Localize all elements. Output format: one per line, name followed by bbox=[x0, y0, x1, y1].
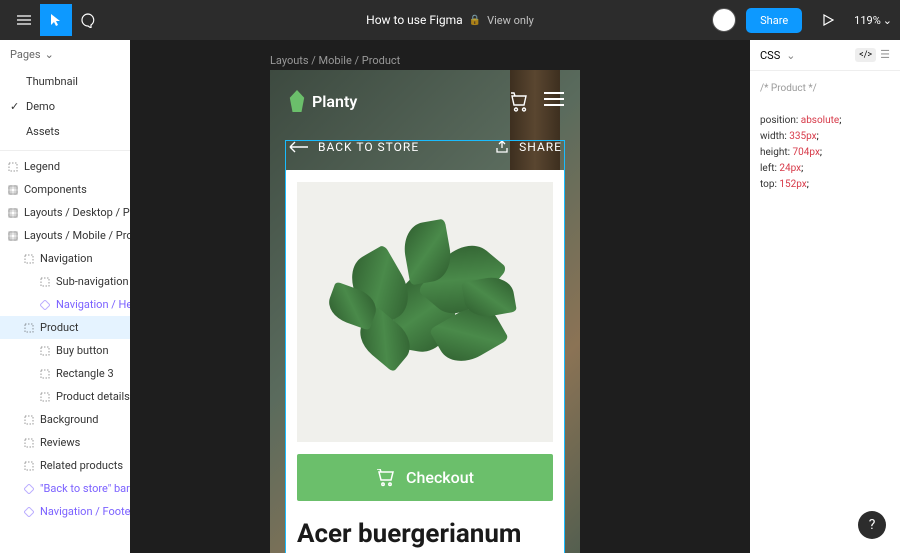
share-label: SHARE bbox=[519, 140, 562, 154]
layer-sub-navigation[interactable]: Sub-navigation bbox=[0, 270, 130, 293]
layer-navigation-footer-[interactable]: Navigation / Footer / ... bbox=[0, 500, 130, 523]
plant-illustration bbox=[335, 212, 515, 412]
layer-layouts-mobile-product[interactable]: Layouts / Mobile / Product bbox=[0, 224, 130, 247]
layer-navigation[interactable]: Navigation bbox=[0, 247, 130, 270]
file-title: How to use Figma 🔒 View only bbox=[366, 13, 534, 27]
help-button[interactable]: ? bbox=[858, 511, 886, 539]
arrow-left-icon bbox=[288, 141, 308, 153]
topbar-right: Share 119% ⌄ bbox=[712, 4, 892, 36]
chevron-down-icon: ⌄ bbox=[883, 14, 892, 27]
comment-tool-icon[interactable] bbox=[72, 4, 104, 36]
css-prop-height: height: 704px; bbox=[760, 145, 890, 161]
layer-navigation-head-[interactable]: Navigation / Head... bbox=[0, 293, 130, 316]
pages-panel: Pages ⌄ Thumbnail Demo Assets LegendComp… bbox=[0, 40, 130, 553]
layer-rectangle-3[interactable]: Rectangle 3 bbox=[0, 362, 130, 385]
layer-product[interactable]: Product bbox=[0, 316, 130, 339]
layer-background[interactable]: Background bbox=[0, 408, 130, 431]
pages-header[interactable]: Pages ⌄ bbox=[0, 40, 130, 69]
topbar-left bbox=[8, 4, 104, 36]
layer-buy-button[interactable]: Buy button bbox=[0, 339, 130, 362]
back-label: BACK TO STORE bbox=[318, 140, 419, 154]
page-demo[interactable]: Demo bbox=[0, 94, 130, 119]
css-prop-position: position: absolute; bbox=[760, 113, 890, 129]
title-text: How to use Figma bbox=[366, 13, 463, 27]
layer--back-to-store-bar[interactable]: "Back to store" bar bbox=[0, 477, 130, 500]
page-thumbnail[interactable]: Thumbnail bbox=[0, 69, 130, 94]
css-prop-top: top: 152px; bbox=[760, 177, 890, 193]
main: Pages ⌄ Thumbnail Demo Assets LegendComp… bbox=[0, 40, 900, 553]
share-button[interactable]: Share bbox=[746, 8, 802, 33]
inspector-tabs: CSS ⌄ </> ☰ bbox=[750, 40, 900, 71]
back-bar: BACK TO STORE SHARE bbox=[270, 140, 580, 154]
product-image bbox=[297, 182, 553, 442]
chevron-down-icon: ⌄ bbox=[45, 48, 54, 61]
topbar: How to use Figma 🔒 View only Share 119% … bbox=[0, 0, 900, 40]
breadcrumb[interactable]: Layouts / Mobile / Product bbox=[270, 54, 400, 67]
avatar[interactable] bbox=[712, 8, 736, 32]
back-to-store: BACK TO STORE bbox=[288, 140, 419, 154]
lock-icon: 🔒 bbox=[469, 15, 481, 26]
checkout-button: Checkout bbox=[297, 454, 553, 501]
layer-related-products[interactable]: Related products bbox=[0, 454, 130, 477]
css-prop-left: left: 24px; bbox=[760, 161, 890, 177]
css-code: /* Product */ position: absolute;width: … bbox=[750, 71, 900, 203]
page-assets[interactable]: Assets bbox=[0, 119, 130, 144]
product-card: Checkout Acer buergerianum SUMMER PLANTS bbox=[285, 170, 565, 553]
share-icon bbox=[495, 140, 509, 154]
css-comment: /* Product */ bbox=[760, 81, 890, 97]
share-frame: SHARE bbox=[495, 140, 562, 154]
layer-components[interactable]: Components bbox=[0, 178, 130, 201]
pages-label: Pages bbox=[10, 48, 41, 61]
hamburger-icon bbox=[544, 92, 564, 106]
brand-logo: Planty bbox=[288, 90, 357, 112]
mobile-frame[interactable]: Planty BACK TO STORE SHARE bbox=[270, 70, 580, 553]
layer-layouts-desktop-product[interactable]: Layouts / Desktop / Product bbox=[0, 201, 130, 224]
menu-icon[interactable] bbox=[8, 4, 40, 36]
cart-icon bbox=[508, 90, 530, 112]
leaf-icon bbox=[288, 90, 306, 112]
checkout-label: Checkout bbox=[406, 468, 474, 487]
view-only-label: View only bbox=[487, 14, 534, 27]
css-prop-width: width: 335px; bbox=[760, 129, 890, 145]
layer-product-details[interactable]: Product details bbox=[0, 385, 130, 408]
canvas[interactable]: Layouts / Mobile / Product Planty BACK T… bbox=[130, 40, 750, 553]
present-icon[interactable] bbox=[812, 4, 844, 36]
zoom-value: 119% bbox=[854, 14, 881, 27]
chevron-down-icon[interactable]: ⌄ bbox=[786, 49, 795, 62]
list-icon[interactable]: ☰ bbox=[880, 48, 890, 62]
inspector-panel: CSS ⌄ </> ☰ /* Product */ position: abso… bbox=[750, 40, 900, 553]
product-title: Acer buergerianum bbox=[297, 519, 553, 549]
cart-icon bbox=[376, 469, 396, 487]
move-tool-icon[interactable] bbox=[40, 4, 72, 36]
css-tab[interactable]: CSS bbox=[760, 49, 780, 62]
zoom-control[interactable]: 119% ⌄ bbox=[854, 14, 892, 27]
code-icon[interactable]: </> bbox=[855, 48, 876, 62]
layers-list: LegendComponentsLayouts / Desktop / Prod… bbox=[0, 150, 130, 523]
layer-reviews[interactable]: Reviews bbox=[0, 431, 130, 454]
layer-legend[interactable]: Legend bbox=[0, 155, 130, 178]
brand-text: Planty bbox=[312, 92, 357, 111]
